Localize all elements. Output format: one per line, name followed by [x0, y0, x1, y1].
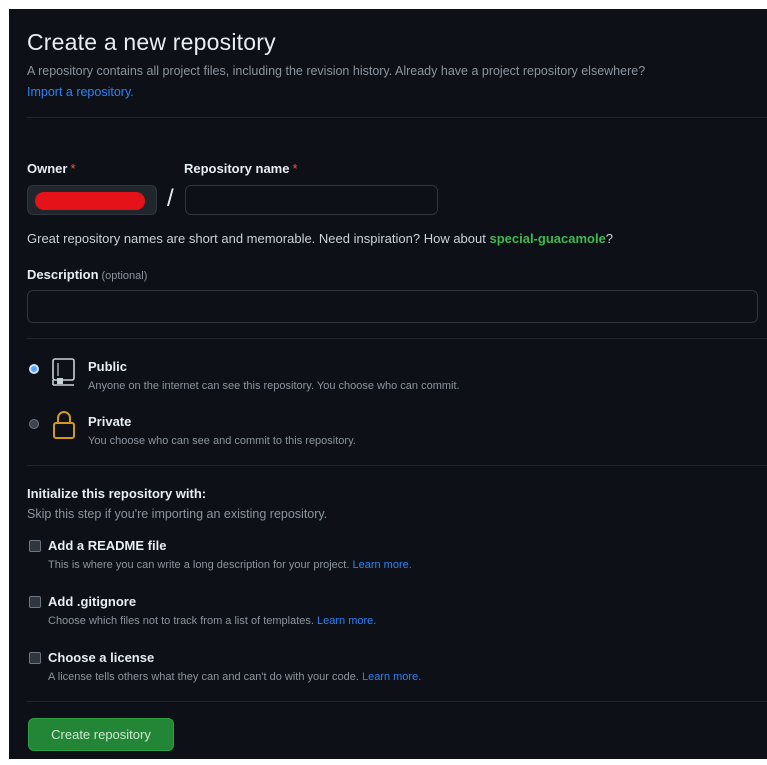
owner-repo-separator: / [167, 185, 174, 212]
private-radio[interactable] [29, 419, 39, 429]
import-repository-link[interactable]: Import a repository. [27, 85, 134, 99]
gitignore-checkbox[interactable] [29, 596, 41, 608]
gitignore-description: Choose which files not to track from a l… [48, 615, 377, 627]
gitignore-learn-more-link[interactable]: Learn more. [317, 615, 376, 627]
header-divider [27, 117, 767, 118]
repo-icon [51, 357, 77, 387]
public-radio[interactable] [29, 364, 39, 374]
page-title: Create a new repository [27, 29, 276, 55]
owner-select[interactable] [27, 185, 157, 215]
readme-description: This is where you can write a long descr… [48, 559, 412, 571]
name-suggestion[interactable]: special-guacamole [489, 231, 605, 246]
repo-name-required-mark: * [292, 161, 298, 176]
repository-name-input[interactable] [185, 185, 438, 215]
description-divider [27, 338, 767, 339]
license-checkbox[interactable] [29, 652, 41, 664]
private-title: Private [88, 414, 132, 429]
readme-title: Add a README file [48, 538, 167, 553]
description-input[interactable] [27, 290, 758, 323]
gitignore-title: Add .gitignore [48, 594, 137, 609]
readme-learn-more-link[interactable]: Learn more. [352, 559, 411, 571]
public-description: Anyone on the internet can see this repo… [88, 380, 460, 392]
owner-required-mark: * [70, 161, 76, 176]
name-hint: Great repository names are short and mem… [27, 231, 614, 246]
visibility-divider [27, 465, 767, 466]
page-subtitle: A repository contains all project files,… [27, 64, 646, 78]
readme-checkbox[interactable] [29, 540, 41, 552]
description-optional-note: (optional) [101, 270, 148, 282]
description-label: Description (optional) [27, 267, 148, 282]
private-description: You choose who can see and commit to thi… [88, 435, 356, 447]
initialize-divider [27, 701, 767, 702]
create-repo-page: Create a new repository A repository con… [9, 9, 767, 759]
repo-name-label: Repository name * [184, 161, 298, 176]
owner-label: Owner * [27, 161, 76, 176]
owner-redaction [35, 192, 145, 210]
lock-icon [51, 409, 77, 441]
license-title: Choose a license [48, 650, 155, 665]
initialize-heading: Initialize this repository with: [27, 486, 207, 501]
initialize-subheading: Skip this step if you're importing an ex… [27, 507, 328, 521]
license-description: A license tells others what they can and… [48, 671, 422, 683]
license-learn-more-link[interactable]: Learn more. [362, 671, 421, 683]
create-repository-button[interactable]: Create repository [28, 718, 174, 751]
public-title: Public [88, 359, 128, 374]
